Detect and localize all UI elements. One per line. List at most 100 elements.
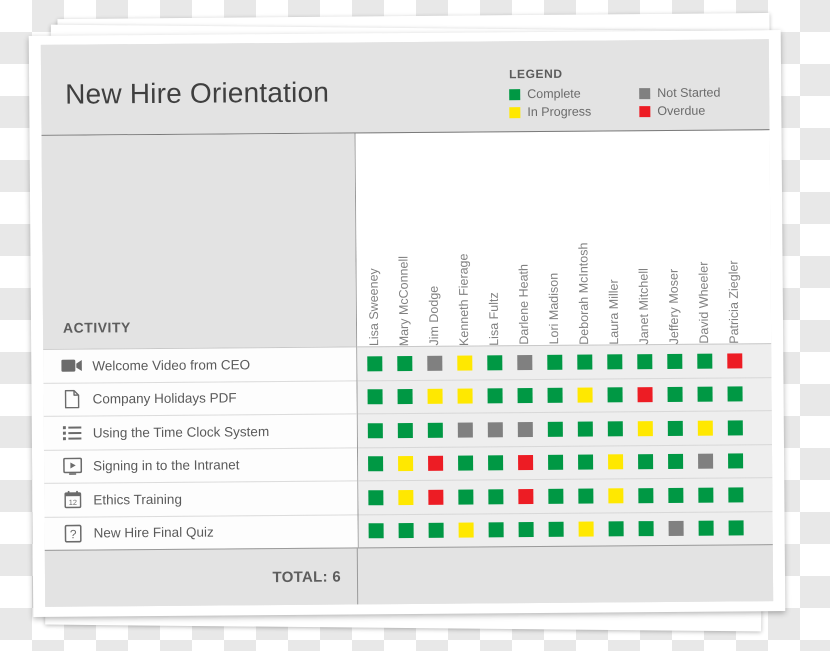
status-cell[interactable] [360, 422, 390, 439]
status-cell[interactable] [479, 355, 509, 371]
status-cell[interactable] [570, 387, 600, 403]
status-cell[interactable] [569, 354, 599, 370]
status-cell[interactable] [361, 523, 391, 539]
status-cell[interactable] [360, 389, 390, 405]
status-cell[interactable] [570, 454, 600, 470]
status-cell[interactable] [570, 421, 600, 437]
status-indicator-complete [397, 422, 413, 438]
status-cell[interactable] [480, 489, 510, 505]
status-cell[interactable] [600, 387, 630, 403]
status-cell[interactable] [661, 521, 691, 537]
status-cell[interactable] [721, 520, 751, 536]
status-cell[interactable] [511, 522, 541, 538]
activity-row[interactable]: Welcome Video from CEO [43, 346, 357, 383]
status-cell[interactable] [450, 489, 480, 505]
status-cell[interactable] [541, 522, 571, 538]
status-cell[interactable] [360, 489, 390, 506]
person-header-cell: Deborah McIntosh [567, 131, 599, 344]
status-cell[interactable] [510, 488, 540, 504]
status-cell[interactable] [390, 422, 420, 438]
status-cell[interactable] [690, 386, 720, 402]
status-cell[interactable] [510, 421, 540, 437]
status-cell[interactable] [360, 456, 390, 472]
status-cell[interactable] [540, 388, 570, 404]
status-indicator-overdue [517, 488, 533, 504]
activity-row[interactable]: ? New Hire Final Quiz [44, 513, 358, 550]
status-cell[interactable] [659, 353, 689, 369]
status-cell[interactable] [599, 354, 629, 370]
status-cell[interactable] [420, 489, 450, 505]
legend-swatch-complete [509, 88, 521, 100]
status-cell[interactable] [540, 488, 570, 504]
status-cell[interactable] [449, 355, 479, 371]
activity-row[interactable]: Signing in to the Intranet [43, 446, 358, 483]
activity-row[interactable]: Using the Time Clock System [43, 413, 357, 450]
status-cell[interactable] [450, 455, 480, 471]
status-cell[interactable] [390, 489, 420, 505]
status-cell[interactable] [630, 387, 660, 403]
status-cell[interactable] [391, 523, 421, 539]
status-cell[interactable] [419, 355, 449, 371]
status-cell[interactable] [450, 422, 480, 438]
status-cell[interactable] [630, 454, 660, 470]
status-cell[interactable] [600, 488, 630, 504]
status-cell[interactable] [540, 421, 570, 437]
activity-row[interactable]: Company Holidays PDF [43, 379, 357, 416]
status-cell[interactable] [690, 420, 720, 436]
status-cell[interactable] [420, 455, 450, 472]
status-cell[interactable] [629, 353, 659, 369]
status-cell[interactable] [690, 453, 720, 469]
status-cell[interactable] [481, 522, 511, 538]
activity-row[interactable]: 12 Ethics Training [44, 480, 358, 517]
status-indicator-in-progress [457, 388, 473, 404]
status-cell[interactable] [600, 421, 630, 437]
status-cell[interactable] [630, 420, 660, 436]
person-name-label: Patricia Ziegler [726, 260, 741, 344]
status-cell[interactable] [691, 520, 721, 536]
status-cell[interactable] [359, 355, 389, 372]
person-name-label: Janet Mitchell [636, 267, 651, 345]
status-cell[interactable] [690, 487, 720, 503]
status-cell[interactable] [630, 487, 660, 503]
status-cell[interactable] [571, 521, 601, 537]
status-cell[interactable] [720, 487, 750, 503]
status-cell[interactable] [420, 388, 450, 405]
status-cell[interactable] [660, 454, 690, 470]
status-indicator-complete [577, 421, 593, 437]
status-cell[interactable] [509, 354, 539, 370]
status-cell[interactable] [720, 386, 750, 402]
status-cell[interactable] [660, 387, 690, 403]
status-indicator-in-progress [577, 387, 593, 403]
status-cell[interactable] [601, 521, 631, 537]
status-cell[interactable] [570, 488, 600, 504]
footer-spacer [358, 545, 773, 604]
status-cell[interactable] [539, 354, 569, 370]
status-cell[interactable] [631, 521, 661, 537]
status-cell[interactable] [600, 454, 630, 470]
status-cell[interactable] [689, 353, 719, 369]
status-cell[interactable] [510, 455, 540, 471]
status-cell[interactable] [450, 388, 480, 404]
status-cell[interactable] [390, 456, 420, 472]
svg-text:12: 12 [68, 498, 76, 507]
status-indicator-complete [667, 454, 683, 470]
status-cell[interactable] [719, 353, 749, 369]
status-cell[interactable] [510, 388, 540, 404]
status-cell[interactable] [540, 455, 570, 471]
person-header-cell: Lori Madison [537, 132, 569, 345]
status-cell[interactable] [660, 487, 690, 503]
status-cell[interactable] [480, 455, 510, 471]
status-cell[interactable] [660, 420, 690, 436]
status-indicator-complete [487, 455, 503, 471]
status-cell[interactable] [420, 422, 450, 438]
tracker-footer: TOTAL: 6 [44, 544, 774, 607]
status-cell[interactable] [480, 422, 510, 438]
status-cell[interactable] [480, 388, 510, 404]
status-cell[interactable] [421, 522, 451, 539]
status-cell[interactable] [720, 420, 750, 436]
status-cell[interactable] [451, 522, 481, 538]
status-cell[interactable] [390, 389, 420, 405]
person-header-cell: Janet Mitchell [627, 131, 659, 345]
status-cell[interactable] [720, 453, 750, 469]
status-cell[interactable] [389, 355, 419, 371]
